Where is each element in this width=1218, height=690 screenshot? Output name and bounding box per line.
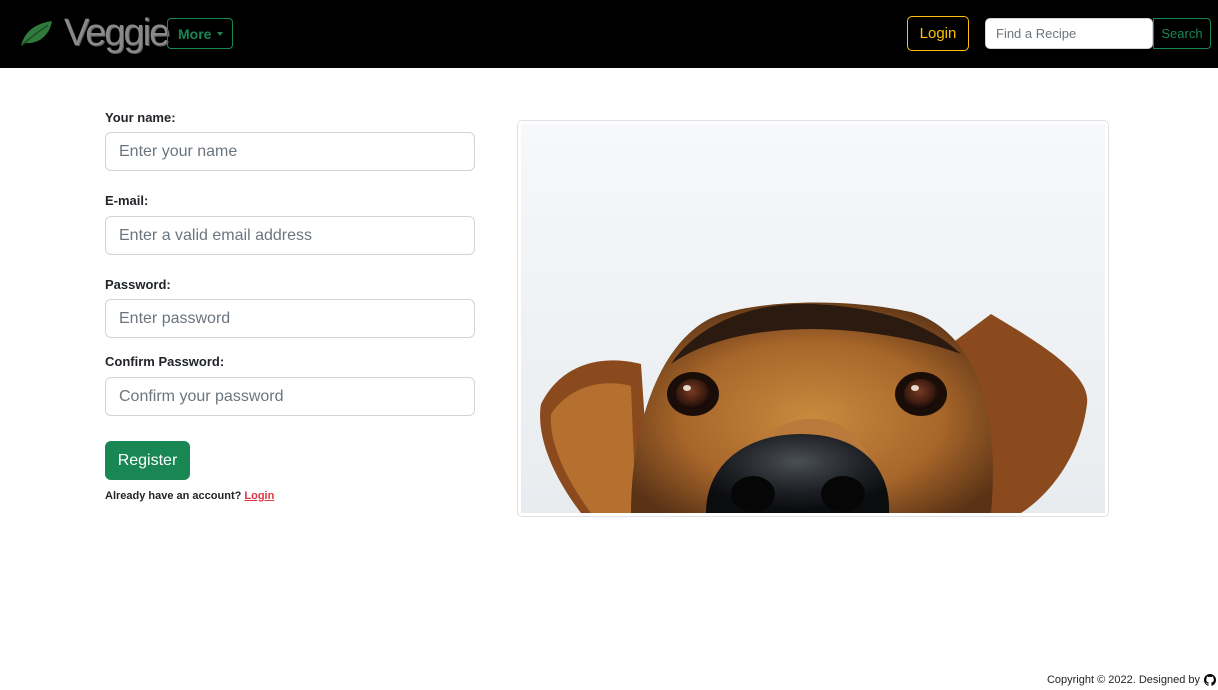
footer: Copyright © 2022. Designed by [1047, 674, 1216, 686]
search-button[interactable]: Search [1153, 18, 1211, 49]
account-prompt: Already have an account? Login [105, 490, 274, 502]
email-label: E-mail: [105, 193, 149, 208]
more-label: More [178, 25, 212, 42]
login-button[interactable]: Login [907, 16, 969, 51]
navbar: Veggie More Login Search [0, 0, 1218, 68]
register-button[interactable]: Register [105, 441, 190, 480]
more-dropdown-button[interactable]: More [167, 18, 233, 49]
password-label: Password: [105, 277, 171, 292]
dog-photo [521, 124, 1105, 513]
email-field[interactable] [105, 216, 475, 255]
account-text: Already have an account? [105, 490, 242, 502]
github-icon[interactable] [1204, 674, 1216, 686]
name-label: Your name: [105, 110, 176, 125]
login-link[interactable]: Login [244, 490, 274, 502]
search-input[interactable] [985, 18, 1153, 49]
confirm-password-label: Confirm Password: [105, 354, 225, 369]
name-field[interactable] [105, 132, 475, 171]
password-field[interactable] [105, 299, 475, 338]
image-card [517, 120, 1109, 517]
confirm-password-field[interactable] [105, 377, 475, 416]
leaf-icon[interactable] [18, 18, 54, 48]
caret-down-icon [217, 32, 224, 36]
copyright-text: Copyright © 2022. Designed by [1046, 674, 1200, 686]
brand-logo[interactable]: Veggie [64, 11, 170, 55]
